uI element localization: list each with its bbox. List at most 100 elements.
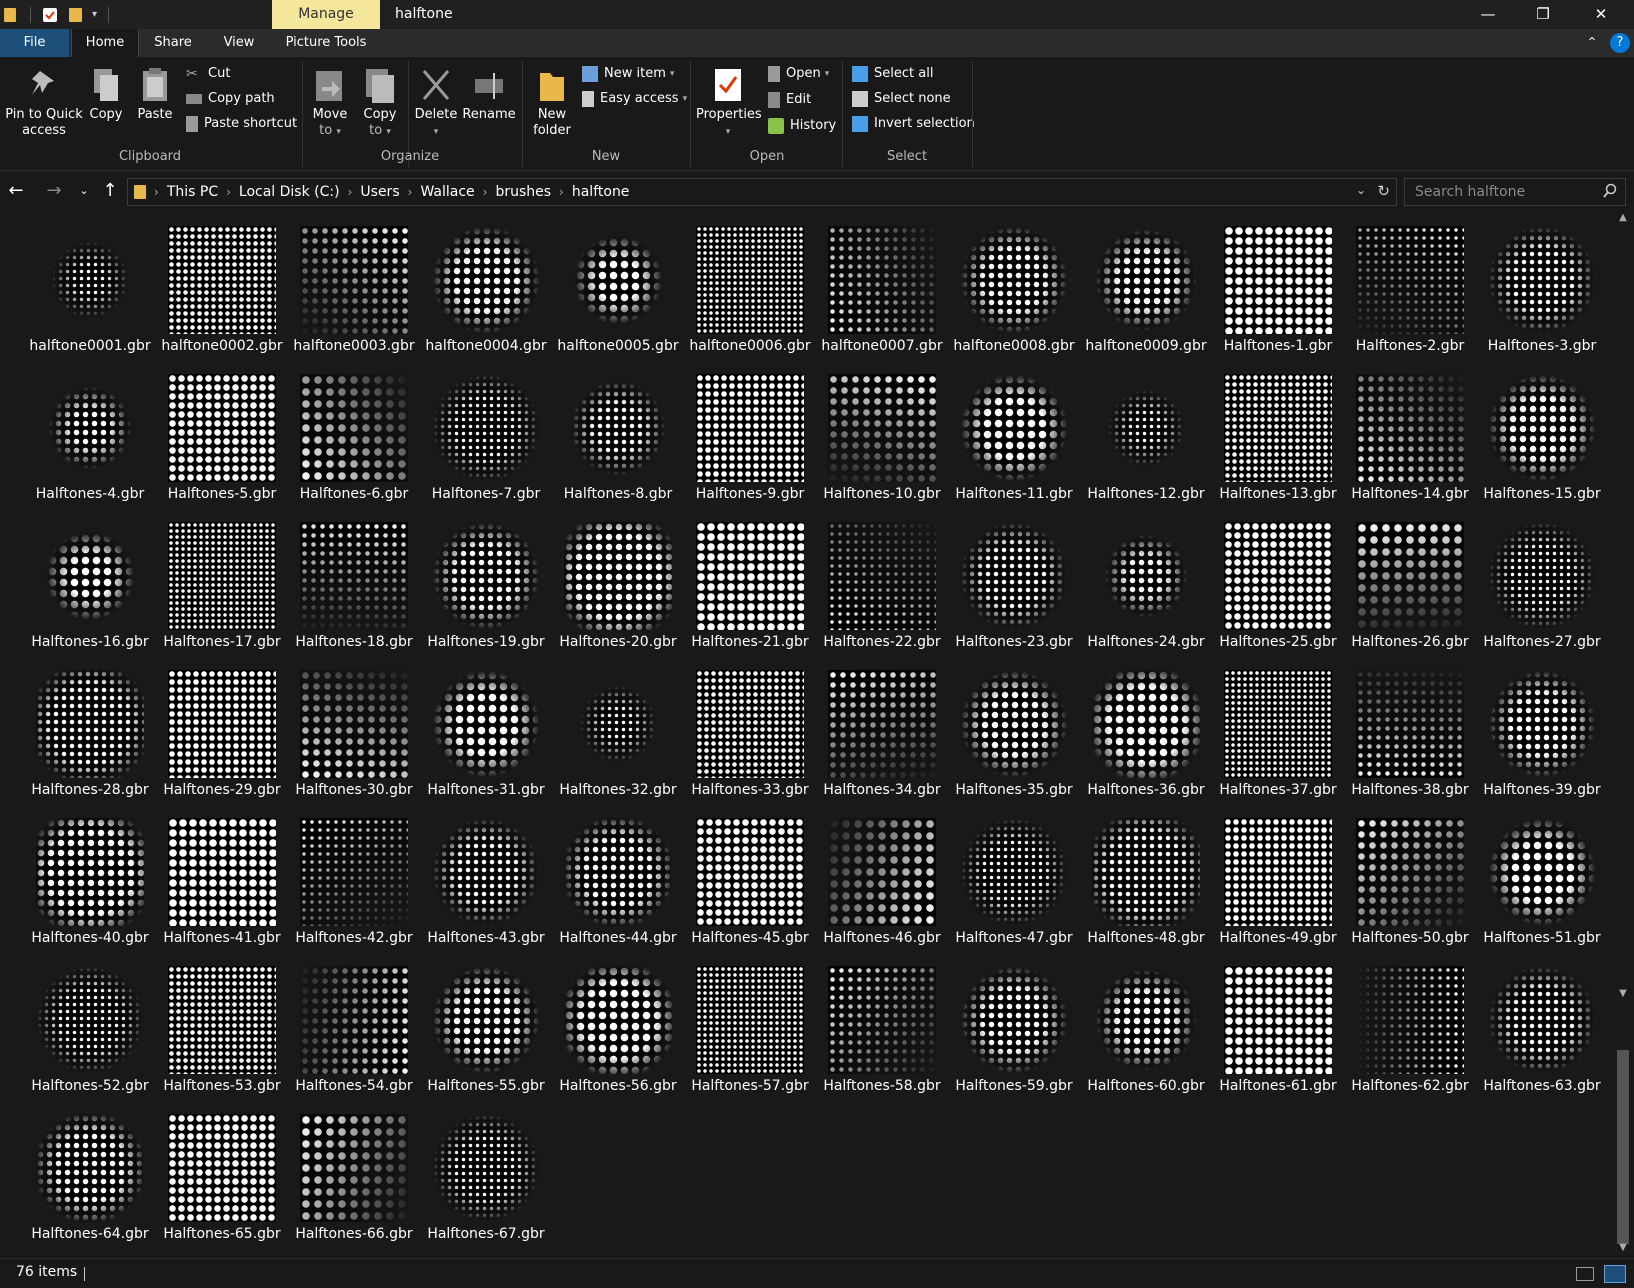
refresh-icon[interactable]: ↻ (1377, 182, 1390, 200)
tab-view[interactable]: View (208, 29, 270, 57)
recent-locations-chevron-icon[interactable]: ⌄ (72, 177, 96, 205)
scrollbar-thumb[interactable] (1617, 1050, 1629, 1244)
file-item[interactable]: Halftones-44.gbr (556, 814, 680, 954)
breadcrumb-wallace[interactable]: Wallace (420, 184, 474, 200)
file-item[interactable]: halftone0005.gbr (556, 222, 680, 362)
file-item[interactable]: halftone0003.gbr (292, 222, 416, 362)
file-item[interactable]: Halftones-18.gbr (292, 518, 416, 658)
file-item[interactable]: Halftones-46.gbr (820, 814, 944, 954)
file-item[interactable]: Halftones-47.gbr (952, 814, 1076, 954)
breadcrumb-separator-icon[interactable]: › (226, 185, 231, 199)
file-item[interactable]: Halftones-19.gbr (424, 518, 548, 658)
file-item[interactable]: Halftones-28.gbr (28, 666, 152, 806)
file-item[interactable]: Halftones-30.gbr (292, 666, 416, 806)
file-item[interactable]: Halftones-60.gbr (1084, 962, 1208, 1102)
file-item[interactable]: Halftones-32.gbr (556, 666, 680, 806)
file-item[interactable]: Halftones-15.gbr (1480, 370, 1604, 510)
select-none-button[interactable]: Select none (852, 90, 951, 108)
file-item[interactable]: Halftones-12.gbr (1084, 370, 1208, 510)
file-item[interactable]: Halftones-14.gbr (1348, 370, 1472, 510)
file-item[interactable]: Halftones-37.gbr (1216, 666, 1340, 806)
address-dropdown-icon[interactable]: ⌄ (1356, 183, 1366, 197)
file-item[interactable]: Halftones-64.gbr (28, 1110, 152, 1250)
tab-share[interactable]: Share (142, 29, 204, 57)
file-item[interactable]: Halftones-9.gbr (688, 370, 812, 510)
file-item[interactable]: Halftones-11.gbr (952, 370, 1076, 510)
file-item[interactable]: Halftones-50.gbr (1348, 814, 1472, 954)
minimize-button[interactable]: — (1465, 0, 1511, 29)
file-item[interactable]: Halftones-3.gbr (1480, 222, 1604, 362)
file-item[interactable]: Halftones-51.gbr (1480, 814, 1604, 954)
file-item[interactable]: Halftones-36.gbr (1084, 666, 1208, 806)
file-item[interactable]: Halftones-49.gbr (1216, 814, 1340, 954)
new-item-button[interactable]: New item ▾ (582, 65, 674, 83)
file-item[interactable]: Halftones-45.gbr (688, 814, 812, 954)
file-item[interactable]: Halftones-42.gbr (292, 814, 416, 954)
large-icons-view-icon[interactable] (1604, 1265, 1626, 1283)
file-item[interactable]: Halftones-53.gbr (160, 962, 284, 1102)
file-item[interactable]: Halftones-61.gbr (1216, 962, 1340, 1102)
scroll-up-arrow-icon[interactable]: ▲ (1612, 212, 1634, 223)
collapse-ribbon-icon[interactable]: ⌃ (1582, 33, 1602, 53)
file-item[interactable]: Halftones-52.gbr (28, 962, 152, 1102)
search-icon[interactable] (1603, 183, 1617, 203)
breadcrumb-users[interactable]: Users (360, 184, 399, 200)
new-folder-button[interactable]: New folder (530, 67, 574, 139)
file-item[interactable]: Halftones-43.gbr (424, 814, 548, 954)
file-item[interactable]: Halftones-7.gbr (424, 370, 548, 510)
file-item[interactable]: Halftones-24.gbr (1084, 518, 1208, 658)
file-item[interactable]: Halftones-67.gbr (424, 1110, 548, 1250)
delete-button[interactable]: Delete ▾ (414, 67, 458, 140)
paste-shortcut-button[interactable]: Paste shortcut (186, 115, 297, 133)
file-item[interactable]: Halftones-13.gbr (1216, 370, 1340, 510)
breadcrumb-this-pc[interactable]: This PC (167, 184, 218, 200)
file-item[interactable]: Halftones-40.gbr (28, 814, 152, 954)
file-item[interactable]: Halftones-31.gbr (424, 666, 548, 806)
manage-context-tab[interactable]: Manage (272, 0, 380, 29)
move-to-button[interactable]: Move to ▾ (310, 67, 350, 140)
file-item[interactable]: Halftones-48.gbr (1084, 814, 1208, 954)
file-item[interactable]: halftone0008.gbr (952, 222, 1076, 362)
maximize-button[interactable]: ❐ (1520, 0, 1566, 29)
file-item[interactable]: Halftones-55.gbr (424, 962, 548, 1102)
tab-home[interactable]: Home (71, 29, 139, 57)
file-item[interactable]: Halftones-23.gbr (952, 518, 1076, 658)
file-item[interactable]: Halftones-63.gbr (1480, 962, 1604, 1102)
history-button[interactable]: History (768, 117, 836, 135)
search-box[interactable] (1404, 178, 1626, 206)
file-item[interactable]: Halftones-56.gbr (556, 962, 680, 1102)
properties-button[interactable]: Properties ▾ (696, 67, 762, 140)
file-item[interactable]: Halftones-41.gbr (160, 814, 284, 954)
breadcrumb-separator-icon[interactable]: › (408, 185, 413, 199)
vertical-scrollbar[interactable]: ▲ ▼ ▼ (1612, 212, 1634, 1258)
file-item[interactable]: halftone0007.gbr (820, 222, 944, 362)
forward-arrow-icon[interactable]: → (42, 177, 66, 205)
file-item[interactable]: Halftones-66.gbr (292, 1110, 416, 1250)
file-item[interactable]: Halftones-20.gbr (556, 518, 680, 658)
file-item[interactable]: halftone0004.gbr (424, 222, 548, 362)
up-arrow-icon[interactable]: ↑ (98, 177, 122, 205)
back-arrow-icon[interactable]: ← (4, 177, 28, 205)
address-bar[interactable]: › This PC › Local Disk (C:) › Users › Wa… (127, 178, 1397, 206)
file-item[interactable]: Halftones-6.gbr (292, 370, 416, 510)
file-item[interactable]: Halftones-5.gbr (160, 370, 284, 510)
copy-button[interactable]: Copy (86, 67, 126, 123)
file-item[interactable]: Halftones-35.gbr (952, 666, 1076, 806)
file-item[interactable]: halftone0002.gbr (160, 222, 284, 362)
breadcrumb-separator-icon[interactable]: › (559, 185, 564, 199)
file-item[interactable]: Halftones-34.gbr (820, 666, 944, 806)
breadcrumb-separator-icon[interactable]: › (348, 185, 353, 199)
cut-button[interactable]: ✂ Cut (186, 65, 230, 83)
file-item[interactable]: halftone0001.gbr (28, 222, 152, 362)
file-item[interactable]: Halftones-22.gbr (820, 518, 944, 658)
breadcrumb-separator-icon[interactable]: › (154, 185, 159, 199)
details-view-icon[interactable] (1576, 1267, 1594, 1281)
close-button[interactable]: ✕ (1578, 0, 1624, 29)
help-icon[interactable]: ? (1610, 33, 1630, 53)
easy-access-button[interactable]: Easy access ▾ (582, 90, 687, 108)
file-item[interactable]: Halftones-58.gbr (820, 962, 944, 1102)
file-item[interactable]: Halftones-54.gbr (292, 962, 416, 1102)
scroll-down-arrow-icon[interactable]: ▼ (1612, 988, 1634, 999)
file-item[interactable]: halftone0006.gbr (688, 222, 812, 362)
tab-file[interactable]: File (0, 29, 69, 57)
